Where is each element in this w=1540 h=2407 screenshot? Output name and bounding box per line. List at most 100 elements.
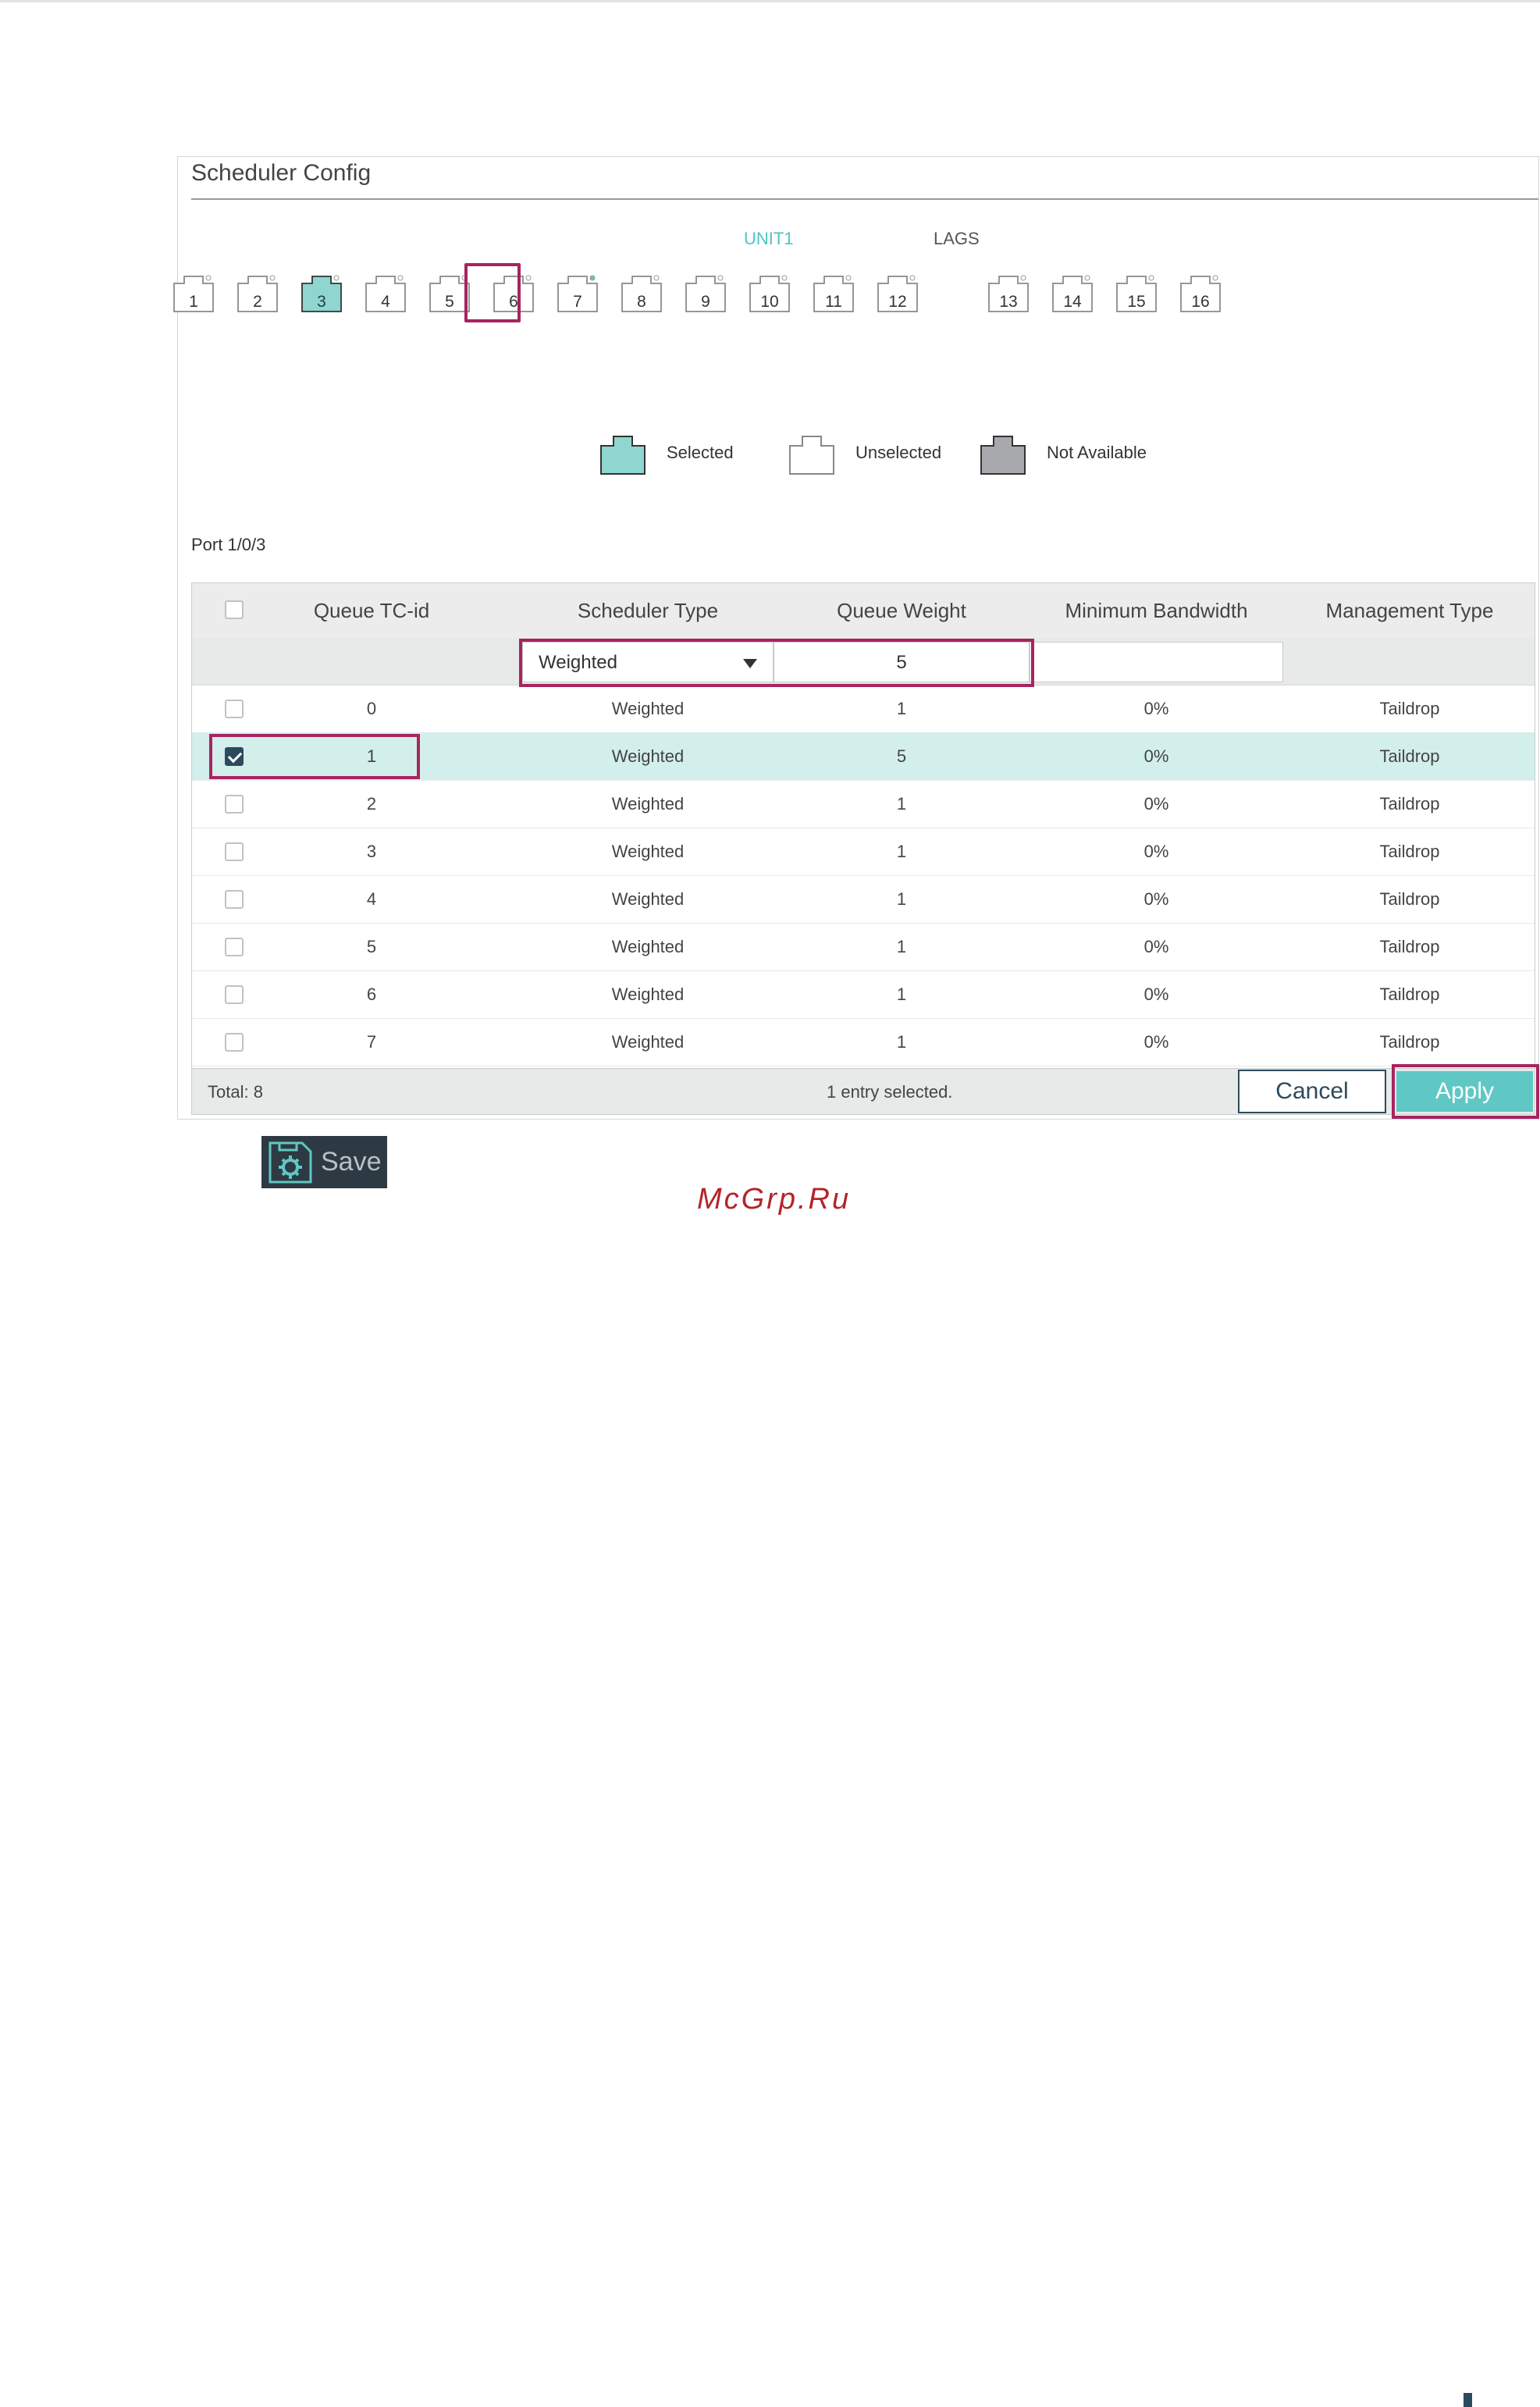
cell-queue-tc-id: 5 xyxy=(366,937,377,956)
cancel-button[interactable]: Cancel xyxy=(1238,1070,1386,1113)
header-queue-weight: Queue Weight xyxy=(837,599,966,622)
port-number: 11 xyxy=(825,293,842,311)
table-row[interactable]: 1 Weighted 5 0% Taildrop xyxy=(192,732,1535,781)
cell-queue-weight: 1 xyxy=(896,937,907,956)
row-checkbox[interactable] xyxy=(225,700,244,718)
cell-minimum-bandwidth: 0% xyxy=(1143,842,1169,861)
port-number: 14 xyxy=(1063,293,1082,311)
port-number: 10 xyxy=(760,293,779,311)
cell-management-type: Taildrop xyxy=(1379,1032,1440,1052)
cell-management-type: Taildrop xyxy=(1379,842,1440,861)
tab-unit1[interactable]: UNIT1 xyxy=(744,229,794,249)
cell-management-type: Taildrop xyxy=(1379,985,1440,1004)
port-number: 3 xyxy=(317,293,326,311)
table-header: Queue TC-id Scheduler Type Queue Weight … xyxy=(192,583,1535,639)
cell-minimum-bandwidth: 0% xyxy=(1143,794,1169,814)
port-1[interactable]: 1 xyxy=(172,272,215,313)
table-row[interactable]: 6 Weighted 1 0% Taildrop xyxy=(192,970,1535,1019)
cell-management-type: Taildrop xyxy=(1379,746,1440,766)
minimum-bandwidth-input[interactable] xyxy=(1030,642,1283,682)
port-15[interactable]: 15 xyxy=(1115,272,1158,313)
port-number: 1 xyxy=(189,293,198,311)
cell-scheduler-type: Weighted xyxy=(611,1032,685,1052)
header-management-type: Management Type xyxy=(1325,599,1494,622)
table-row[interactable]: 0 Weighted 1 0% Taildrop xyxy=(192,685,1535,733)
row-checkbox[interactable] xyxy=(225,938,244,956)
selection-info: 1 entry selected. xyxy=(827,1082,953,1102)
cell-scheduler-type: Weighted xyxy=(611,985,685,1004)
table-row[interactable]: 3 Weighted 1 0% Taildrop xyxy=(192,828,1535,876)
cell-minimum-bandwidth: 0% xyxy=(1143,937,1169,956)
port-number: 13 xyxy=(999,293,1018,311)
cell-scheduler-type: Weighted xyxy=(611,746,685,766)
save-gear-icon xyxy=(269,1141,312,1184)
port-10[interactable]: 10 xyxy=(749,272,791,313)
apply-highlight xyxy=(1392,1064,1539,1119)
row-checkbox[interactable] xyxy=(225,795,244,814)
port-12[interactable]: 12 xyxy=(877,272,919,313)
port-number: 4 xyxy=(381,293,390,311)
table-row[interactable]: 4 Weighted 1 0% Taildrop xyxy=(192,875,1535,924)
cell-queue-tc-id: 2 xyxy=(366,794,377,814)
save-button[interactable]: Save xyxy=(261,1136,387,1188)
cell-queue-tc-id: 7 xyxy=(366,1032,377,1052)
row-checkbox[interactable] xyxy=(225,842,244,861)
port-11[interactable]: 11 xyxy=(813,272,855,313)
selected-port-highlight xyxy=(464,263,521,322)
cell-minimum-bandwidth: 0% xyxy=(1143,746,1169,766)
port-3[interactable]: 3 xyxy=(301,272,343,313)
legend-selected-label: Selected xyxy=(667,443,734,462)
cell-minimum-bandwidth: 0% xyxy=(1143,699,1169,718)
unavailable-port-icon xyxy=(980,436,1026,475)
port-label: Port 1/0/3 xyxy=(191,535,266,554)
cell-queue-weight: 1 xyxy=(896,699,907,718)
cell-queue-tc-id: 4 xyxy=(366,889,377,909)
legend-unselected-label: Unselected xyxy=(855,443,942,462)
port-13[interactable]: 13 xyxy=(987,272,1030,313)
port-4[interactable]: 4 xyxy=(365,272,407,313)
cell-queue-tc-id: 3 xyxy=(366,842,377,861)
queue-table: Queue TC-id Scheduler Type Queue Weight … xyxy=(191,582,1539,1119)
port-number: 12 xyxy=(888,293,907,311)
table-row[interactable]: 5 Weighted 1 0% Taildrop xyxy=(192,923,1535,971)
cell-management-type: Taildrop xyxy=(1379,937,1440,956)
port-number: 2 xyxy=(253,293,262,311)
panel-title: Scheduler Config xyxy=(191,160,372,186)
port-number: 8 xyxy=(637,293,646,311)
port-2[interactable]: 2 xyxy=(237,272,279,313)
cell-minimum-bandwidth: 0% xyxy=(1143,889,1169,909)
tab-lags[interactable]: LAGS xyxy=(934,229,980,249)
header-queue-tc-id: Queue TC-id xyxy=(313,599,430,622)
port-9[interactable]: 9 xyxy=(685,272,727,313)
port-14[interactable]: 14 xyxy=(1051,272,1094,313)
table-row[interactable]: 2 Weighted 1 0% Taildrop xyxy=(192,780,1535,828)
port-16[interactable]: 16 xyxy=(1179,272,1222,313)
watermark: McGrp.Ru xyxy=(697,1183,852,1216)
selected-row-highlight xyxy=(209,734,420,779)
select-all-checkbox[interactable] xyxy=(225,600,244,619)
top-rule xyxy=(0,0,1540,2)
row-checkbox[interactable] xyxy=(225,985,244,1004)
cell-scheduler-type: Weighted xyxy=(611,937,685,956)
cell-queue-weight: 1 xyxy=(896,842,907,861)
port-7[interactable]: 7 xyxy=(557,272,599,313)
cell-queue-weight: 1 xyxy=(896,889,907,909)
header-minimum-bandwidth: Minimum Bandwidth xyxy=(1065,599,1248,622)
port-8[interactable]: 8 xyxy=(621,272,663,313)
cell-minimum-bandwidth: 0% xyxy=(1143,985,1169,1004)
legend-not-available-label: Not Available xyxy=(1047,443,1147,462)
cell-queue-weight: 5 xyxy=(896,746,907,766)
table-footer: Total: 8 1 entry selected. Cancel Apply xyxy=(192,1064,1539,1119)
port-number: 9 xyxy=(701,293,710,311)
row-checkbox[interactable] xyxy=(225,890,244,909)
edit-fields-highlight xyxy=(519,639,1034,687)
table-row[interactable]: 7 Weighted 1 0% Taildrop xyxy=(192,1018,1535,1066)
port-number: 15 xyxy=(1127,293,1146,311)
cell-scheduler-type: Weighted xyxy=(611,794,685,814)
cell-queue-tc-id: 6 xyxy=(366,985,377,1004)
cell-queue-weight: 1 xyxy=(896,794,907,814)
port-number: 16 xyxy=(1191,293,1210,311)
scheduler-config-panel: Scheduler Config UNIT1 LAGS 1 2 3 4 5 6 7 8 9 10 1… xyxy=(173,156,1539,1120)
row-checkbox[interactable] xyxy=(225,1033,244,1052)
cell-management-type: Taildrop xyxy=(1379,794,1440,814)
